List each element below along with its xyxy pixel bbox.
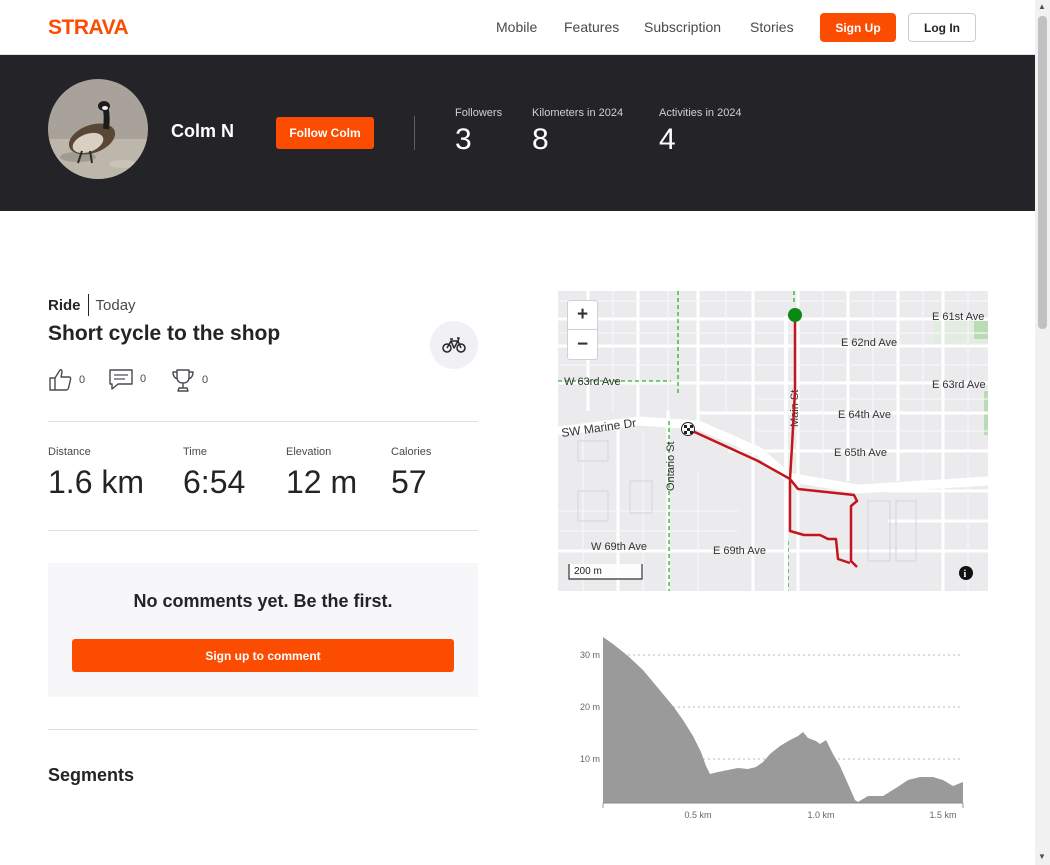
activity-title: Short cycle to the shop bbox=[48, 322, 281, 345]
goose-photo bbox=[48, 79, 148, 179]
follow-button[interactable]: Follow Colm bbox=[276, 117, 374, 149]
achievements-action[interactable]: 0 bbox=[170, 367, 208, 393]
metric-value: 57 bbox=[391, 464, 427, 500]
metric-value: 6:54 bbox=[183, 464, 246, 500]
metric-value: 12 m bbox=[286, 464, 358, 500]
svg-text:200 m: 200 m bbox=[574, 566, 602, 577]
stat-label: Kilometers in 2024 bbox=[532, 107, 624, 119]
stat-kilometers: Kilometers in 2024 8 bbox=[532, 107, 623, 157]
svg-text:E 61st Ave: E 61st Ave bbox=[932, 311, 984, 323]
kudos-action[interactable]: 0 bbox=[48, 367, 85, 392]
segments-heading: Segments bbox=[48, 765, 135, 785]
map-zoom-controls: + − bbox=[567, 300, 598, 360]
nav-link-mobile[interactable]: Mobile bbox=[496, 19, 537, 35]
athlete-avatar[interactable] bbox=[48, 79, 148, 179]
svg-text:E 62nd Ave: E 62nd Ave bbox=[841, 337, 897, 349]
metric-label: Distance bbox=[48, 446, 91, 458]
stat-value: 8 bbox=[532, 123, 549, 156]
no-comments-text: No comments yet. Be the first. bbox=[133, 591, 393, 611]
finish-marker bbox=[681, 422, 695, 436]
svg-text:Ontario St: Ontario St bbox=[665, 441, 677, 491]
top-navigation: STRAVA Mobile Features Subscription Stor… bbox=[0, 0, 1035, 55]
trophy-icon bbox=[172, 369, 194, 392]
sign-up-button[interactable]: Sign Up bbox=[820, 13, 896, 42]
svg-text:30 m: 30 m bbox=[580, 650, 600, 660]
comment-icon bbox=[109, 369, 133, 390]
svg-text:STRAVA: STRAVA bbox=[48, 18, 129, 36]
svg-text:20 m: 20 m bbox=[580, 702, 600, 712]
zoom-in-button[interactable]: + bbox=[568, 301, 597, 330]
activity-type: Ride bbox=[48, 296, 81, 314]
elevation-chart: 30 m 20 m 10 m 0.5 km 1.0 km 1.5 km bbox=[558, 620, 988, 840]
svg-text:1.0 km: 1.0 km bbox=[807, 810, 834, 820]
banner-divider bbox=[414, 116, 415, 150]
metric-label: Time bbox=[183, 446, 208, 458]
strava-logo[interactable]: STRAVA bbox=[48, 16, 144, 41]
route-map[interactable]: E 61st Ave E 62nd Ave W 63rd Ave E 63rd … bbox=[558, 291, 988, 591]
divider bbox=[48, 729, 478, 730]
metric-distance: Distance 1.6 km bbox=[48, 446, 144, 501]
page-scrollbar[interactable]: ▲ ▼ bbox=[1035, 0, 1050, 865]
athlete-banner: Colm N Follow Colm Followers 3 Kilometer… bbox=[0, 55, 1035, 211]
svg-text:i: i bbox=[964, 569, 967, 580]
stat-value: 4 bbox=[659, 123, 676, 156]
divider bbox=[48, 530, 478, 531]
metric-value: 1.6 km bbox=[48, 464, 145, 500]
svg-text:W 63rd Ave: W 63rd Ave bbox=[564, 376, 621, 388]
ride-badge bbox=[430, 321, 478, 369]
stat-value: 3 bbox=[455, 123, 472, 156]
nav-link-subscription[interactable]: Subscription bbox=[644, 19, 721, 35]
bicycle-icon bbox=[442, 337, 466, 353]
divider bbox=[48, 421, 478, 422]
athlete-name[interactable]: Colm N bbox=[171, 121, 234, 142]
metric-label: Calories bbox=[391, 446, 432, 458]
type-separator bbox=[87, 294, 89, 316]
nav-link-stories[interactable]: Stories bbox=[750, 19, 794, 35]
metric-elevation: Elevation 12 m bbox=[286, 446, 357, 501]
comments-action[interactable]: 0 bbox=[108, 367, 146, 391]
achievements-count: 0 bbox=[202, 374, 209, 386]
elevation-chart-canvas: 30 m 20 m 10 m 0.5 km 1.0 km 1.5 km bbox=[580, 637, 964, 820]
comments-count: 0 bbox=[140, 373, 147, 385]
stat-label: Followers bbox=[455, 107, 503, 119]
scroll-up-arrow[interactable]: ▲ bbox=[1038, 2, 1046, 11]
svg-text:E 64th Ave: E 64th Ave bbox=[838, 409, 891, 421]
activity-date: Today bbox=[95, 296, 136, 314]
svg-text:E 63rd Ave: E 63rd Ave bbox=[932, 379, 986, 391]
nav-link-features[interactable]: Features bbox=[564, 19, 619, 35]
svg-text:10 m: 10 m bbox=[580, 754, 600, 764]
stat-followers: Followers 3 bbox=[455, 107, 502, 157]
kudos-count: 0 bbox=[79, 373, 86, 386]
scrollbar-thumb[interactable] bbox=[1038, 16, 1047, 329]
svg-text:E 65th Ave: E 65th Ave bbox=[834, 447, 887, 459]
stat-label: Activities in 2024 bbox=[659, 107, 742, 119]
stat-activities: Activities in 2024 4 bbox=[659, 107, 742, 157]
map-canvas: E 61st Ave E 62nd Ave W 63rd Ave E 63rd … bbox=[558, 291, 988, 591]
scroll-down-arrow[interactable]: ▼ bbox=[1038, 852, 1046, 861]
svg-text:W 69th Ave: W 69th Ave bbox=[591, 541, 647, 553]
activity-type-line: Ride Today bbox=[48, 294, 136, 316]
strava-logo-mark: STRAVA bbox=[48, 16, 129, 39]
svg-text:E 69th Ave: E 69th Ave bbox=[713, 545, 766, 557]
zoom-out-button[interactable]: − bbox=[568, 330, 597, 359]
metric-label: Elevation bbox=[286, 446, 332, 458]
sign-up-to-comment-button[interactable]: Sign up to comment bbox=[72, 639, 454, 672]
metric-time: Time 6:54 bbox=[183, 446, 245, 501]
comments-panel: No comments yet. Be the first. Sign up t… bbox=[48, 563, 478, 697]
thumbs-up-icon bbox=[49, 369, 72, 391]
svg-text:0.5 km: 0.5 km bbox=[684, 810, 711, 820]
svg-text:1.5 km: 1.5 km bbox=[929, 810, 956, 820]
log-in-button[interactable]: Log In bbox=[908, 13, 976, 42]
start-marker bbox=[788, 308, 802, 322]
metric-calories: Calories 57 bbox=[391, 446, 431, 501]
